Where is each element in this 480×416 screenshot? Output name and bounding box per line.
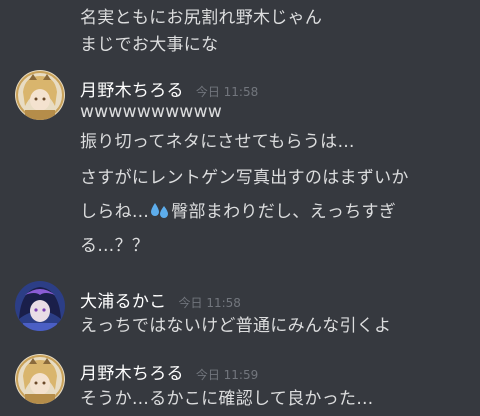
message-text: 振り切ってネタにさせてもらうは… xyxy=(80,132,355,152)
chiroru-avatar-image xyxy=(15,354,65,404)
message-text: しらね… 臀部まわりだし、えっちすぎ xyxy=(80,197,396,224)
message-text-segment: 臀部まわりだし、えっちすぎ xyxy=(171,202,397,222)
timestamp[interactable]: 今日 11:59 xyxy=(196,366,258,383)
message-text: さすがにレントゲン写真出すのはまずいか xyxy=(80,168,409,188)
rukako-avatar-image xyxy=(15,281,65,331)
message-text-segment: しらね… xyxy=(80,202,150,222)
chiroru-avatar-image xyxy=(15,70,65,120)
message-text: wwwwwwwwww xyxy=(80,102,223,122)
message-text: そうか…るかこに確認して良かった… xyxy=(80,389,374,409)
message-text: る…？？ xyxy=(80,236,150,256)
sweat-droplets-emoji[interactable] xyxy=(150,201,170,224)
timestamp[interactable]: 今日 11:58 xyxy=(196,83,258,100)
username[interactable]: 月野木ちろる xyxy=(80,76,184,101)
message-header: 大浦るかこ 今日 11:58 xyxy=(80,287,241,312)
message-text: まじでお大事にな xyxy=(80,35,219,55)
message-text: 名実ともにお尻割れ野木じゃん xyxy=(80,8,323,28)
chat-message-list[interactable]: 名実ともにお尻割れ野木じゃん まじでお大事にな 月野木ちろる 今日 11:58 … xyxy=(0,0,480,416)
message-header: 月野木ちろる 今日 11:59 xyxy=(80,359,258,384)
username[interactable]: 月野木ちろる xyxy=(80,359,184,384)
avatar[interactable] xyxy=(15,70,65,120)
timestamp[interactable]: 今日 11:58 xyxy=(179,294,241,311)
message-header: 月野木ちろる 今日 11:58 xyxy=(80,76,258,101)
avatar[interactable] xyxy=(15,281,65,331)
message-text: えっちではないけど普通にみんな引くよ xyxy=(80,316,392,336)
username[interactable]: 大浦るかこ xyxy=(80,287,167,312)
avatar[interactable] xyxy=(15,354,65,404)
